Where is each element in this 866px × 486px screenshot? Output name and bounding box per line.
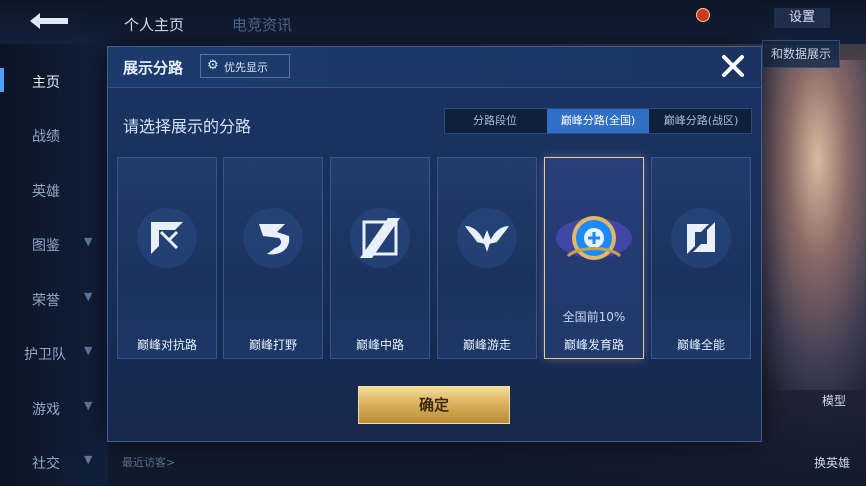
recent-visitors-link[interactable]: 最近访客> bbox=[122, 454, 175, 470]
sidebar-item-label: 护卫队 bbox=[24, 347, 66, 363]
lane-card-label: 巅峰打野 bbox=[248, 338, 297, 352]
all-round-icon bbox=[671, 208, 731, 268]
lane-card-label: 巅峰对抗路 bbox=[136, 338, 197, 352]
close-icon[interactable] bbox=[718, 51, 748, 81]
data-display-button[interactable]: 和数据展示 bbox=[762, 40, 840, 68]
priority-display-button[interactable]: ⚙ 优先显示 bbox=[200, 54, 290, 78]
lane-card-label: 巅峰游走 bbox=[462, 338, 511, 352]
priority-label: 优先显示 bbox=[224, 61, 268, 74]
sidebar-item-label: 图鉴 bbox=[32, 238, 60, 254]
lane-card-jungle[interactable]: 巅峰打野 bbox=[223, 157, 323, 359]
sidebar-item-label: 主页 bbox=[32, 75, 60, 91]
chevron-down-icon: ▼ bbox=[84, 235, 93, 248]
lane-rank-text: 全国前10% bbox=[562, 310, 626, 324]
farm-lane-emblem-icon bbox=[556, 216, 632, 260]
sidebar-item-guard-team[interactable]: 护卫队 ▼ bbox=[0, 338, 108, 368]
lane-card-label: 巅峰全能 bbox=[676, 338, 725, 352]
back-arrow-icon[interactable] bbox=[22, 8, 76, 34]
sidebar-item-codex[interactable]: 图鉴 ▼ bbox=[0, 229, 108, 259]
lane-card-farm[interactable]: 全国前10% 巅峰发育路 bbox=[544, 157, 644, 359]
hero-portrait bbox=[745, 60, 866, 390]
chevron-down-icon: ▼ bbox=[84, 344, 93, 357]
sidebar: 主页 战绩 英雄 图鉴 ▼ 荣誉 ▼ 护卫队 ▼ 游戏 ▼ 社交 ▼ bbox=[0, 44, 108, 486]
dialog-title: 展示分路 bbox=[123, 59, 184, 77]
lane-card-roam[interactable]: 巅峰游走 bbox=[437, 157, 537, 359]
tab-personal-home[interactable]: 个人主页 bbox=[124, 14, 184, 35]
lane-card-mid[interactable]: 巅峰中路 bbox=[330, 157, 430, 359]
gear-icon: ⚙ bbox=[207, 58, 219, 73]
clash-lane-icon bbox=[137, 208, 197, 268]
confirm-button[interactable]: 确定 bbox=[358, 386, 510, 424]
sidebar-item-records[interactable]: 战绩 bbox=[0, 120, 108, 150]
tab-peak-lane-national[interactable]: 巅峰分路(全国) bbox=[547, 109, 649, 133]
sidebar-item-games[interactable]: 游戏 ▼ bbox=[0, 393, 108, 423]
currency-icon bbox=[696, 8, 710, 22]
lane-card-label: 巅峰发育路 bbox=[563, 338, 624, 352]
jungle-dragon-icon bbox=[243, 208, 303, 268]
sidebar-item-label: 荣誉 bbox=[32, 293, 60, 309]
sidebar-item-label: 英雄 bbox=[32, 184, 60, 200]
model-button[interactable]: 模型 bbox=[822, 392, 846, 409]
select-lane-prompt: 请选择展示的分路 bbox=[123, 117, 252, 136]
sidebar-item-heroes[interactable]: 英雄 bbox=[0, 175, 108, 205]
lane-card-label: 巅峰中路 bbox=[355, 338, 404, 352]
dialog-header: 展示分路 ⚙ 优先显示 bbox=[108, 47, 761, 88]
roam-wings-icon bbox=[457, 208, 517, 268]
lane-card-all-round[interactable]: 巅峰全能 bbox=[651, 157, 751, 359]
chevron-down-icon: ▼ bbox=[84, 290, 93, 303]
chevron-down-icon: ▼ bbox=[84, 453, 93, 466]
mid-lane-icon bbox=[350, 208, 410, 268]
tab-esports-news[interactable]: 电竞资讯 bbox=[232, 14, 292, 35]
lane-display-dialog: 展示分路 ⚙ 优先显示 请选择展示的分路 分路段位 巅峰分路(全国) 巅峰分路(… bbox=[107, 46, 762, 442]
sidebar-item-honors[interactable]: 荣誉 ▼ bbox=[0, 284, 108, 314]
sidebar-item-label: 社交 bbox=[32, 456, 60, 472]
settings-button[interactable]: 设置 bbox=[774, 8, 830, 28]
sidebar-item-label: 游戏 bbox=[32, 402, 60, 418]
lane-type-tabs: 分路段位 巅峰分路(全国) 巅峰分路(战区) bbox=[444, 108, 752, 134]
tab-peak-lane-region[interactable]: 巅峰分路(战区) bbox=[651, 109, 751, 133]
top-bar: 个人主页 电竞资讯 设置 bbox=[0, 0, 866, 44]
sidebar-item-label: 战绩 bbox=[32, 129, 60, 145]
sidebar-item-home[interactable]: 主页 bbox=[0, 66, 108, 96]
tab-lane-rank[interactable]: 分路段位 bbox=[445, 109, 545, 133]
switch-hero-button[interactable]: 换英雄 bbox=[814, 454, 850, 471]
sidebar-item-social[interactable]: 社交 ▼ bbox=[0, 447, 108, 477]
chevron-down-icon: ▼ bbox=[84, 399, 93, 412]
lane-card-clash[interactable]: 巅峰对抗路 bbox=[117, 157, 217, 359]
